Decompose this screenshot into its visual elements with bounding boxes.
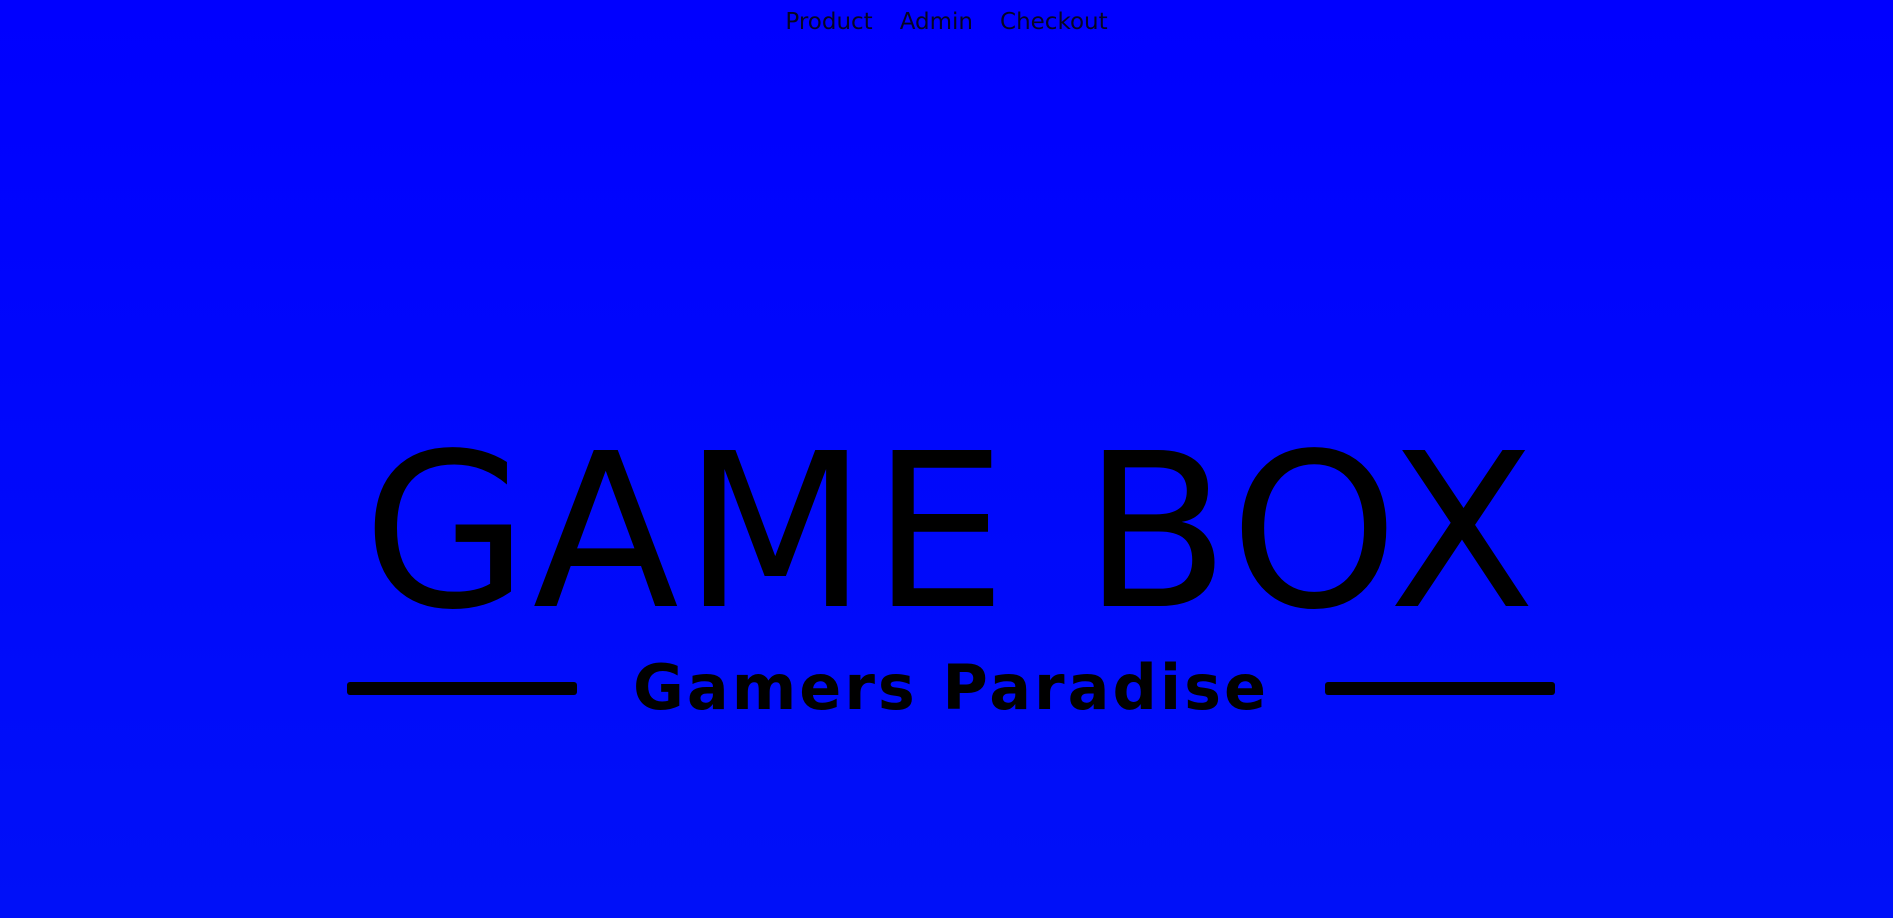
game-box-logo: GAME BOX Gamers Paradise xyxy=(347,408,1555,728)
logo-title: GAME BOX xyxy=(362,408,1540,657)
logo-right-rule xyxy=(1325,682,1555,695)
top-navigation: Product Admin Checkout xyxy=(0,6,1893,38)
logo-subtitle: Gamers Paradise xyxy=(632,651,1270,724)
nav-link-product[interactable]: Product xyxy=(785,6,872,38)
nav-link-admin[interactable]: Admin xyxy=(900,6,973,38)
logo-left-rule xyxy=(347,682,577,695)
nav-link-checkout[interactable]: Checkout xyxy=(1000,6,1108,38)
